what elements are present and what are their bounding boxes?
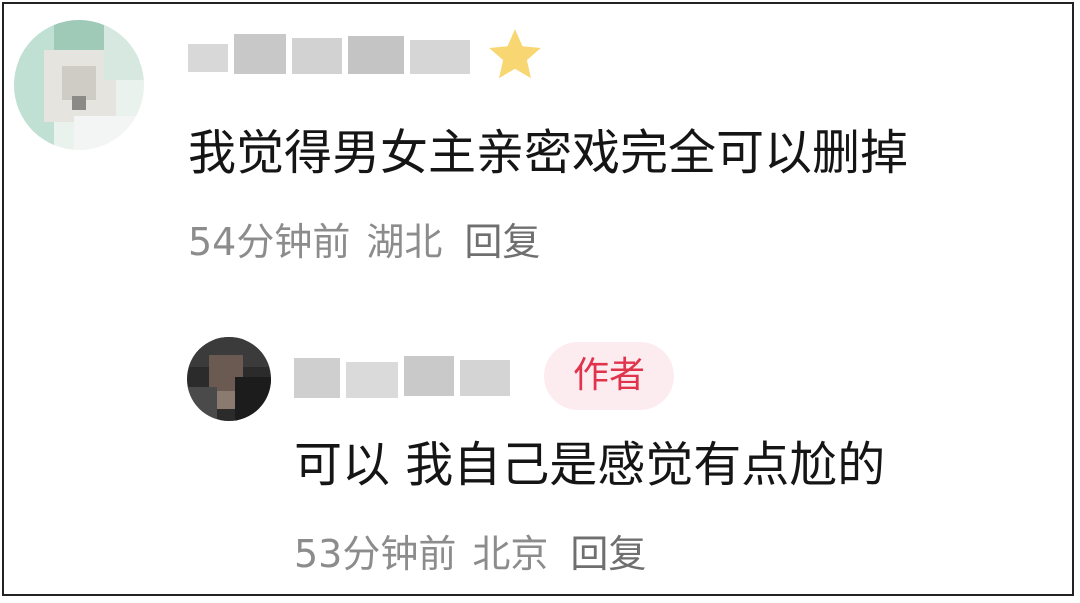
comment-time: 54分钟前: [188, 220, 351, 264]
comment-location: 北京: [472, 532, 549, 576]
reply-button[interactable]: 回复: [570, 528, 646, 580]
star-icon: [489, 29, 541, 79]
comment-meta: 53分钟前 北京 回复: [294, 528, 646, 580]
comment-panel: 我觉得男女主亲密戏完全可以删掉 54分钟前 湖北 回复 作者 可以 我自己是感觉有点…: [2, 2, 1074, 596]
avatar[interactable]: [187, 337, 271, 421]
comment-location: 湖北: [366, 220, 443, 264]
username-blurred[interactable]: [188, 26, 488, 78]
username-blurred[interactable]: [294, 348, 524, 400]
author-badge: 作者: [544, 342, 674, 410]
comment-text: 我觉得男女主亲密戏完全可以删掉: [188, 125, 909, 181]
comment-meta: 54分钟前 湖北 回复: [188, 216, 540, 268]
avatar[interactable]: [14, 20, 144, 150]
comment-time: 53分钟前: [294, 532, 457, 576]
reply-button[interactable]: 回复: [464, 216, 540, 268]
comment-text: 可以 我自己是感觉有点尬的: [294, 437, 886, 493]
